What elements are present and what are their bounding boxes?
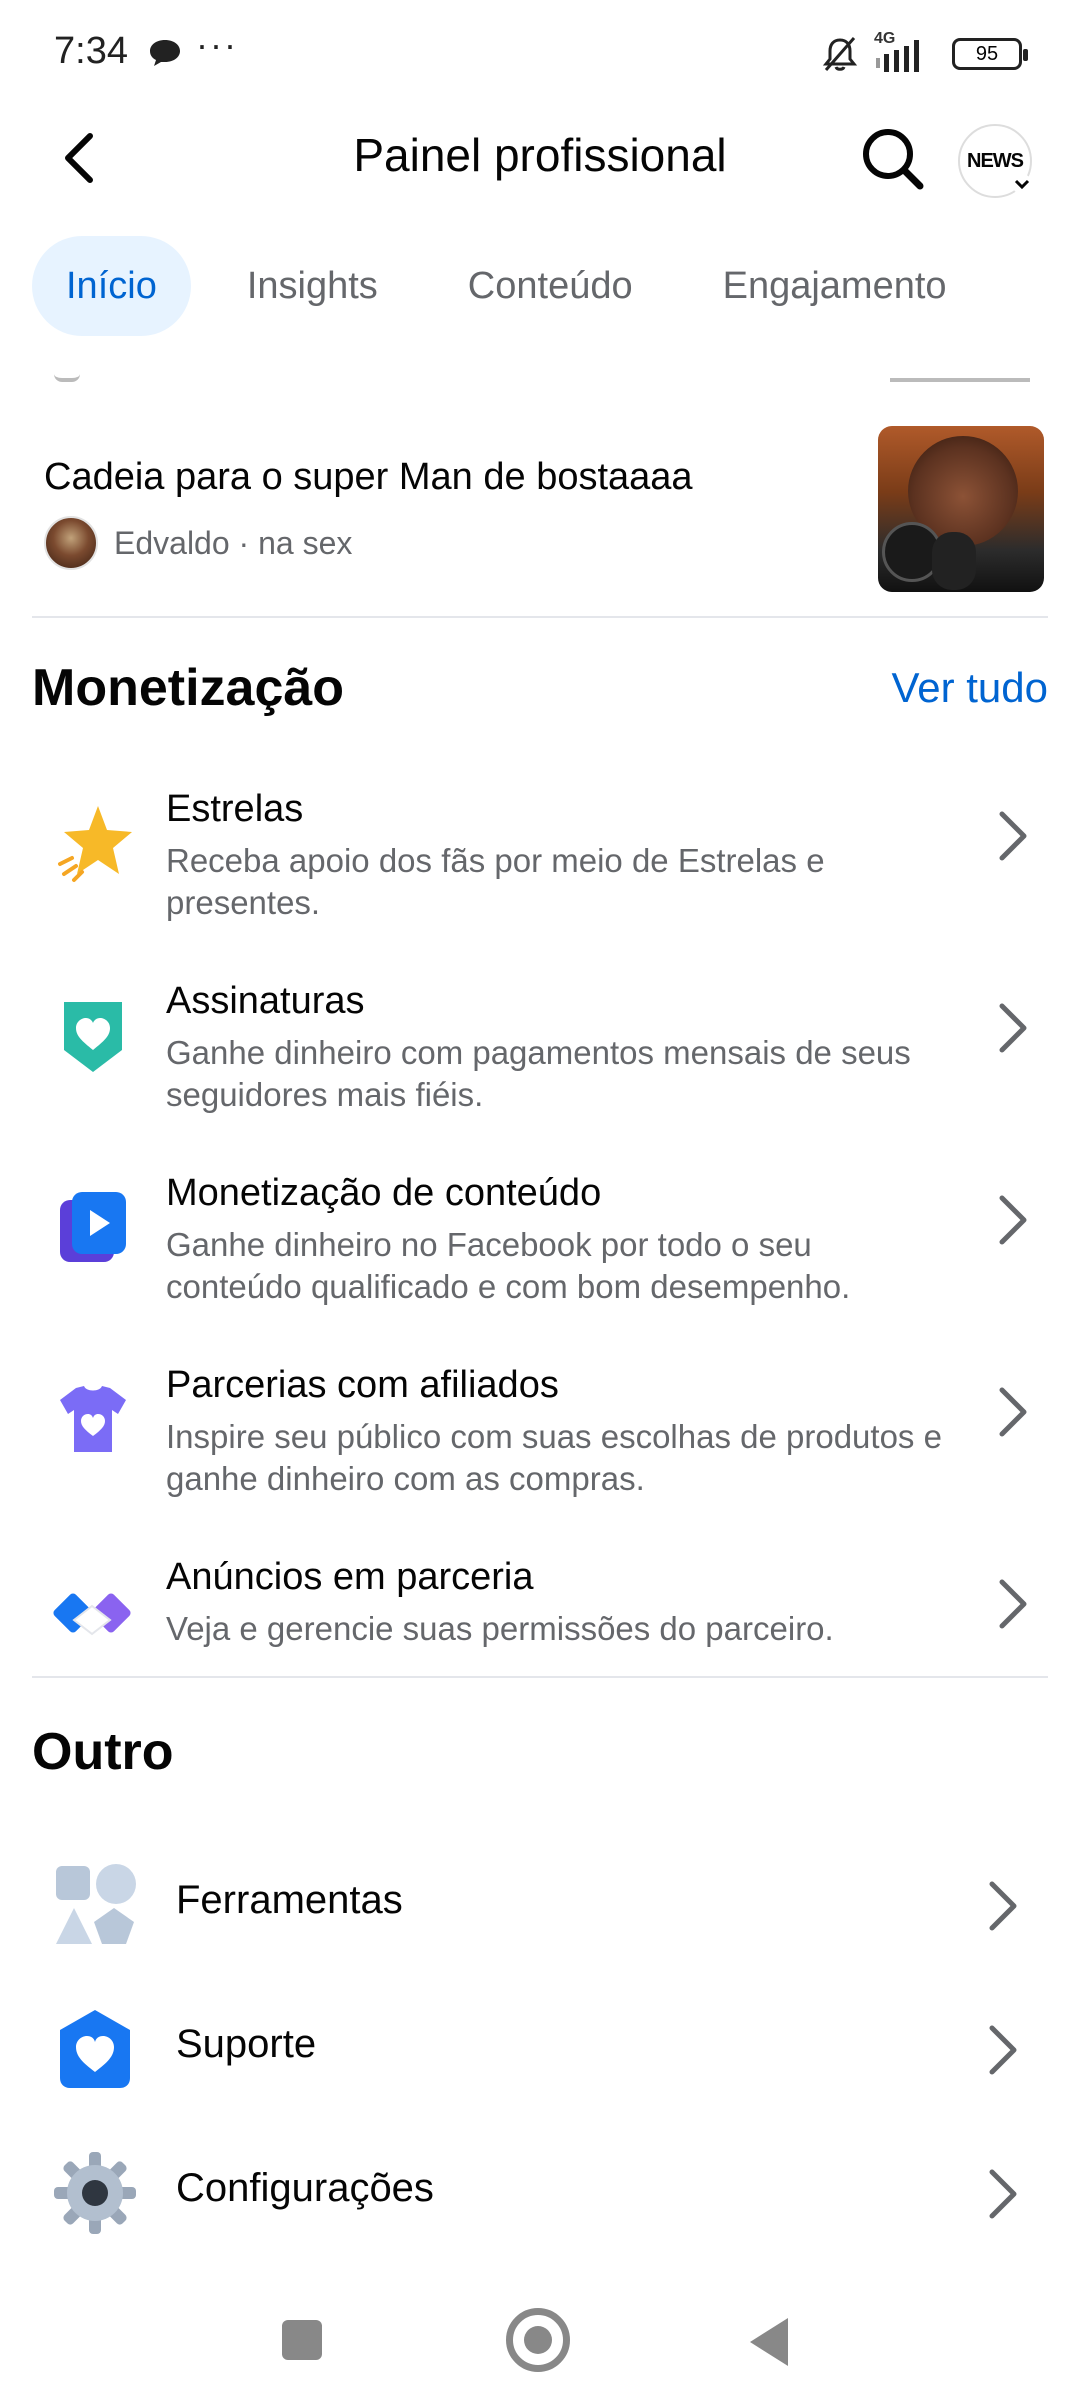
tab-bar: Início Insights Conteúdo Engajamento [32,236,1003,336]
chevron-right-icon [999,811,1027,861]
partial-scrolled-item [54,374,80,382]
partial-scrolled-thumbnail [890,378,1030,382]
other-item-support[interactable]: Suporte [32,1986,1048,2106]
post-thumbnail[interactable] [878,426,1044,592]
monetization-item-affiliates[interactable]: Parcerias com afiliados Inspire seu públ… [32,1364,1048,1514]
status-bar: 7:34 ··· 4G 95 [0,0,1080,104]
chevron-right-icon [999,1003,1027,1053]
handshake-icon [53,1593,131,1636]
item-label: Ferramentas [176,1878,403,1922]
section-title-monetization: Monetização [32,659,345,717]
tshirt-icon [60,1386,126,1452]
monetization-item-subscriptions[interactable]: Assinaturas Ganhe dinheiro com pagamento… [32,980,1048,1130]
monetization-item-content[interactable]: Monetização de conteúdo Ganhe dinheiro n… [32,1172,1048,1322]
divider [32,1676,1048,1678]
monetization-item-partnership-ads[interactable]: Anúncios em parceria Veja e gerencie sua… [32,1556,1048,1666]
tools-shapes-icon [56,1864,136,1944]
status-more-dots: ··· [196,24,238,65]
recent-post-item[interactable]: Cadeia para o super Man de bostaaaa Edva… [32,420,1048,592]
post-title: Cadeia para o super Man de bostaaaa [44,456,693,498]
chevron-right-icon [999,1387,1027,1437]
status-time: 7:34 [54,30,128,72]
profile-badge-text: NEWS [967,149,1024,172]
chevron-right-icon [999,1195,1027,1245]
divider [32,616,1048,618]
chevron-right-icon [989,2025,1017,2075]
system-nav-bar [0,2280,1080,2400]
post-author-time: Edvaldo · na sex [114,524,353,561]
bell-muted-icon [822,37,858,71]
chevron-right-icon [989,2169,1017,2219]
item-description: Receba apoio dos fãs por meio de Estrela… [166,842,825,921]
chevron-right-icon [989,1881,1017,1931]
avatar [44,516,98,570]
recents-button[interactable] [282,2320,322,2360]
other-item-tools[interactable]: Ferramentas [32,1842,1048,1962]
item-label: Configurações [176,2166,434,2210]
item-description: Inspire seu público com suas escolhas de… [166,1418,942,1497]
see-all-link[interactable]: Ver tudo [892,664,1048,712]
item-description: Ganhe dinheiro no Facebook por todo o se… [166,1226,851,1305]
heart-badge-icon [64,1002,122,1072]
app-header: Painel profissional NEWS [0,104,1080,224]
signal-icon [876,40,919,72]
home-button[interactable] [506,2308,570,2372]
profile-switcher[interactable]: NEWS [958,124,1032,198]
search-icon[interactable] [858,124,928,194]
battery-level: 95 [975,42,999,65]
signal-group: 4G [874,30,938,74]
support-heart-icon [60,2010,130,2088]
play-card-icon [60,1192,126,1262]
monetization-item-stars[interactable]: Estrelas Receba apoio dos fãs por meio d… [32,788,1048,938]
section-title-other: Outro [32,1723,174,1781]
tab-inicio[interactable]: Início [32,236,191,336]
other-item-settings[interactable]: Configurações [32,2130,1048,2250]
post-meta: Edvaldo · na sex [44,516,352,570]
item-title: Estrelas [166,788,304,830]
battery-indicator: 95 [952,38,1028,70]
tab-engajamento[interactable]: Engajamento [689,236,981,336]
tab-insights[interactable]: Insights [213,236,412,336]
item-title: Anúncios em parceria [166,1556,534,1598]
item-label: Suporte [176,2022,317,2066]
thumbnail-microphone [932,532,976,590]
star-icon [58,806,132,882]
system-back-button[interactable] [750,2318,788,2366]
tab-conteudo[interactable]: Conteúdo [434,236,667,336]
item-description: Ganhe dinheiro com pagamentos mensais de… [166,1034,911,1113]
status-right-group: 4G 95 [820,30,1028,76]
item-title: Monetização de conteúdo [166,1172,602,1214]
chevron-down-icon [1012,174,1032,194]
item-title: Parcerias com afiliados [166,1364,559,1406]
item-title: Assinaturas [166,980,365,1022]
chat-bubble-icon [150,40,180,66]
item-description: Veja e gerencie suas permissões do parce… [166,1610,834,1647]
gear-icon [54,2152,136,2234]
chevron-right-icon [999,1579,1027,1629]
